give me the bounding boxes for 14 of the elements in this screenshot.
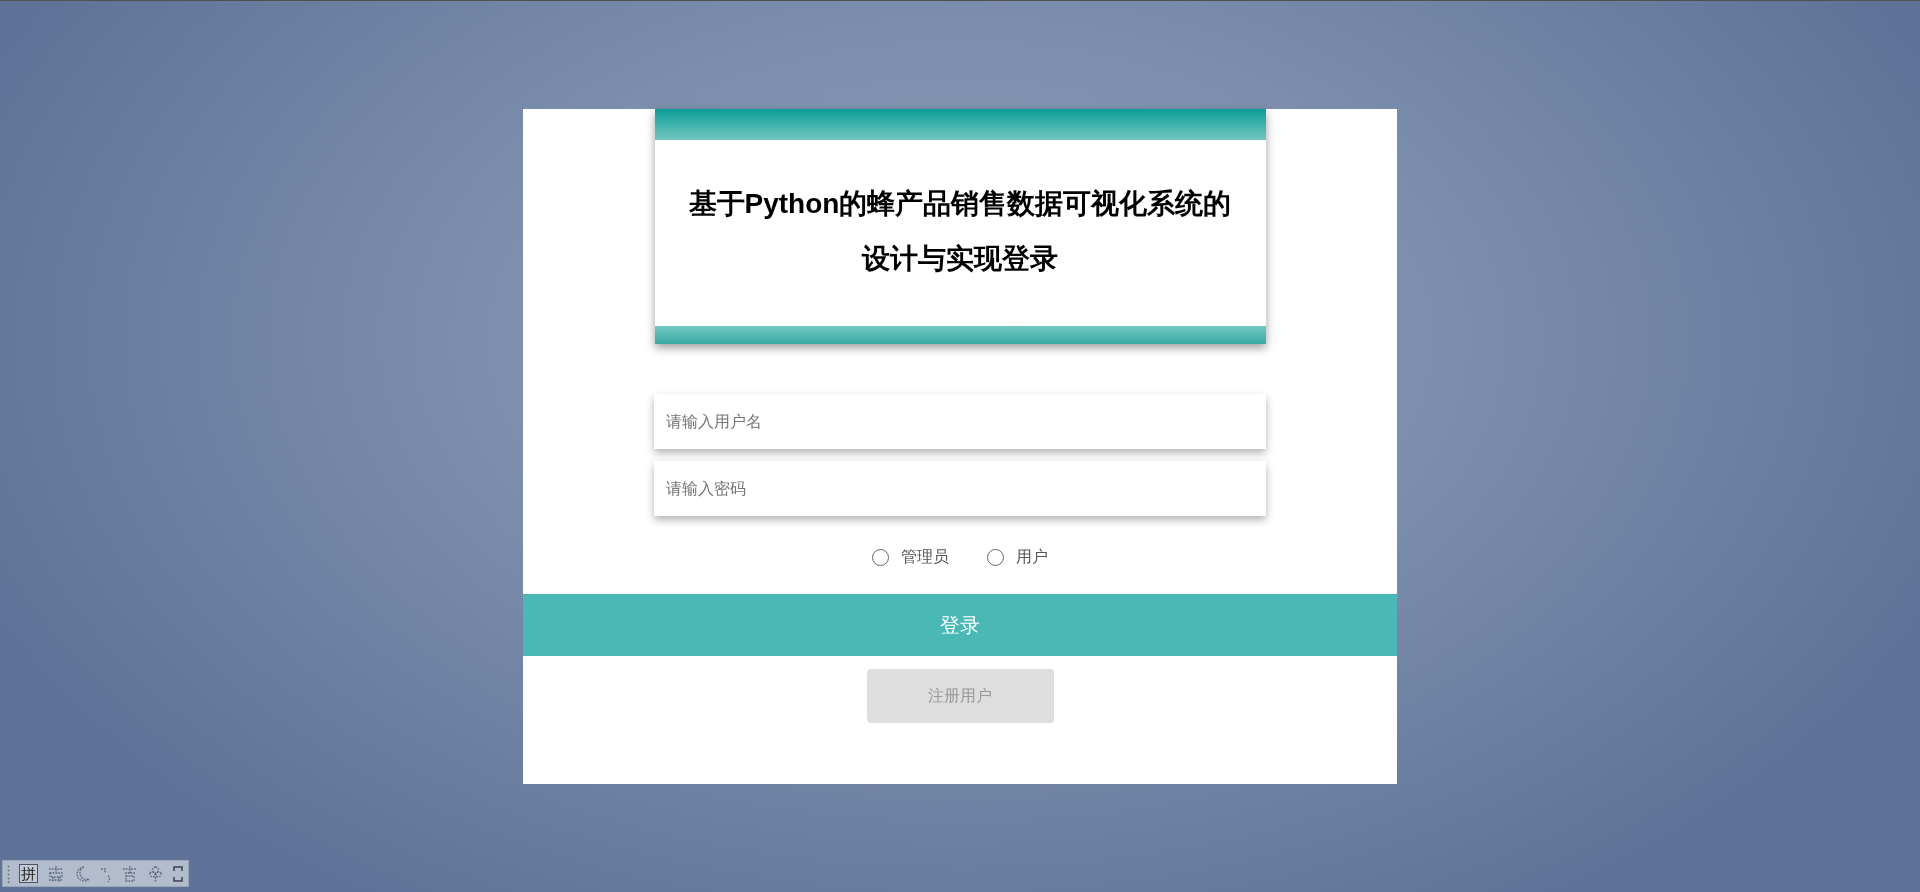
moon-icon[interactable] [74,864,90,883]
radio-label[interactable]: 管理员 [901,547,949,567]
input-mode-button[interactable]: 拼 [19,864,38,883]
input-field[interactable]: 请输入密码 [654,461,1266,516]
expand-icon[interactable] [173,864,183,883]
input-field[interactable]: 请输入用户名 [654,394,1266,449]
radio-button[interactable] [872,548,889,566]
flower-icon[interactable] [147,864,164,883]
page-title: 基于Python的蜂产品销售数据可视化系统的设计与实现登录 [687,187,1233,276]
radio-label[interactable]: 用户 [1016,547,1048,567]
dotted-character-icon[interactable] [122,864,138,883]
grip-handle-icon[interactable] [7,864,10,883]
radio-button[interactable] [987,548,1004,566]
dotted-grid-icon[interactable] [47,864,65,883]
